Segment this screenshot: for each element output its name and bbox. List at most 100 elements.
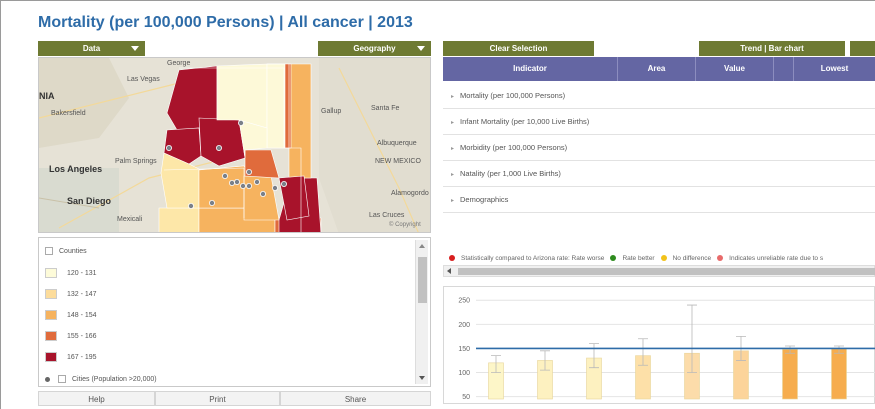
city-marker[interactable]	[187, 202, 194, 209]
print-button[interactable]: Print	[155, 391, 280, 406]
page-title: Mortality (per 100,000 Persons) | All ca…	[38, 14, 413, 31]
county-shapes	[158, 63, 322, 233]
chart-bar[interactable]	[831, 348, 847, 400]
scroll-left-icon[interactable]	[447, 268, 451, 274]
legend-swatch	[45, 289, 57, 299]
city-marker[interactable]	[208, 199, 215, 206]
indicator-row[interactable]: ▸ Mortality (per 100,000 Persons)	[443, 83, 875, 109]
help-button[interactable]: Help	[38, 391, 155, 406]
city-marker[interactable]	[253, 179, 260, 186]
counties-checkbox[interactable]	[45, 247, 53, 255]
city-marker-icon	[45, 376, 50, 382]
table-horizontal-scrollbar[interactable]	[443, 265, 875, 277]
city-marker[interactable]	[233, 179, 240, 186]
county-shape[interactable]	[198, 117, 246, 167]
data-dropdown-button[interactable]: Data	[38, 41, 145, 56]
legend-scrollbar[interactable]	[415, 240, 428, 384]
map-label: San Diego	[67, 196, 112, 206]
legend-panel: Counties 120 - 131 132 - 147 148 - 154 155 …	[38, 237, 431, 387]
scroll-up-icon[interactable]	[419, 244, 425, 248]
legend-scroll-thumb[interactable]	[418, 257, 427, 303]
expand-arrow-icon[interactable]: ▸	[451, 146, 454, 152]
map-label: Bakersfield	[51, 110, 86, 117]
significance-label: Indicates unreliable rate due to s	[729, 254, 824, 262]
map-label: Palm Springs	[115, 158, 157, 165]
city-marker[interactable]	[271, 185, 278, 192]
legend-swatch	[45, 352, 57, 362]
legend-item: 120 - 131	[45, 268, 97, 278]
significance-dot-icon	[610, 255, 617, 261]
column-blank	[774, 57, 794, 81]
expand-arrow-icon[interactable]: ▸	[451, 120, 454, 126]
legend-counties-header[interactable]: Counties	[45, 247, 87, 255]
column-lowest[interactable]: Lowest	[794, 57, 875, 81]
map-label: Los Angeles	[49, 164, 103, 174]
y-tick-label: 250	[458, 298, 470, 305]
trend-bar-chart-button[interactable]: Trend | Bar chart	[699, 41, 845, 56]
legend-swatch	[45, 310, 57, 320]
expand-arrow-icon[interactable]: ▸	[451, 198, 454, 204]
legend-swatch	[45, 331, 57, 341]
cities-label: Cities (Population >20,000)	[72, 375, 157, 383]
clear-selection-button[interactable]: Clear Selection	[443, 41, 594, 56]
legend-cities-row[interactable]: Cities (Population >20,000)	[45, 375, 157, 383]
map-label: Las Vegas	[127, 76, 160, 83]
city-marker[interactable]	[259, 190, 266, 197]
indicator-table-header: Indicator Area Value Lowest	[443, 57, 875, 81]
city-marker[interactable]	[215, 145, 222, 152]
chart-bar[interactable]	[782, 349, 798, 400]
indicator-row[interactable]: ▸ Demographics	[443, 187, 875, 213]
legend-item: 155 - 166	[45, 331, 97, 341]
significance-label: Statistically compared to Arizona rate: …	[461, 254, 605, 262]
legend-item-label: 120 - 131	[67, 269, 97, 277]
county-map[interactable]: Las Vegas Bakersfield Los Angeles San Diego…	[38, 57, 431, 233]
expand-arrow-icon[interactable]: ▸	[451, 94, 454, 100]
city-marker[interactable]	[245, 183, 252, 190]
extra-toolbar-button[interactable]	[850, 41, 875, 56]
map-edge-label: NIA	[39, 91, 55, 101]
city-marker[interactable]	[166, 145, 173, 152]
county-shape[interactable]	[288, 63, 312, 179]
map-label: Santa Fe	[371, 105, 400, 112]
y-tick-label: 100	[458, 370, 470, 377]
y-tick-label: 200	[458, 322, 470, 329]
city-marker[interactable]	[239, 183, 246, 190]
indicator-label: Mortality (per 100,000 Persons)	[460, 91, 566, 100]
map-label: © Copyright	[389, 222, 421, 228]
legend-item-label: 132 - 147	[67, 290, 97, 298]
map-canvas	[39, 58, 430, 233]
city-marker[interactable]	[280, 181, 287, 188]
expand-arrow-icon[interactable]: ▸	[451, 172, 454, 178]
share-button[interactable]: Share	[280, 391, 431, 406]
indicator-label: Demographics	[460, 195, 509, 204]
legend-item-label: 167 - 195	[67, 353, 97, 361]
chevron-down-icon	[131, 46, 139, 51]
indicator-label: Natality (per 1,000 Live Births)	[460, 169, 561, 178]
city-marker[interactable]	[237, 120, 244, 127]
column-indicator[interactable]: Indicator	[443, 57, 618, 81]
scroll-down-icon[interactable]	[419, 376, 425, 380]
indicator-row[interactable]: ▸ Natality (per 1,000 Live Births)	[443, 161, 875, 187]
significance-label: Rate better	[622, 254, 655, 262]
indicator-label: Morbidity (per 100,000 Persons)	[460, 143, 568, 152]
city-marker[interactable]	[245, 169, 252, 176]
geography-dropdown-button[interactable]: Geography	[318, 41, 431, 56]
county-shape[interactable]	[216, 63, 268, 129]
geography-button-label: Geography	[353, 44, 396, 53]
column-value[interactable]: Value	[696, 57, 774, 81]
map-label: George	[167, 60, 191, 67]
bar-chart: 50 100 150 200 250	[443, 286, 875, 404]
indicator-row[interactable]: ▸ Morbidity (per 100,000 Persons)	[443, 135, 875, 161]
bar-chart-canvas: 50 100 150 200 250	[458, 298, 875, 401]
county-shape[interactable]	[158, 207, 200, 233]
legend-swatch	[45, 268, 57, 278]
indicator-row[interactable]: ▸ Infant Mortality (per 10,000 Live Birth…	[443, 109, 875, 135]
counties-label: Counties	[59, 247, 87, 255]
city-marker[interactable]	[228, 180, 235, 187]
horizontal-scroll-thumb[interactable]	[458, 268, 875, 275]
column-area[interactable]: Area	[618, 57, 696, 81]
county-shape[interactable]	[266, 63, 286, 149]
cities-checkbox[interactable]	[58, 375, 66, 383]
chevron-down-icon	[417, 46, 425, 51]
city-marker[interactable]	[221, 173, 228, 180]
